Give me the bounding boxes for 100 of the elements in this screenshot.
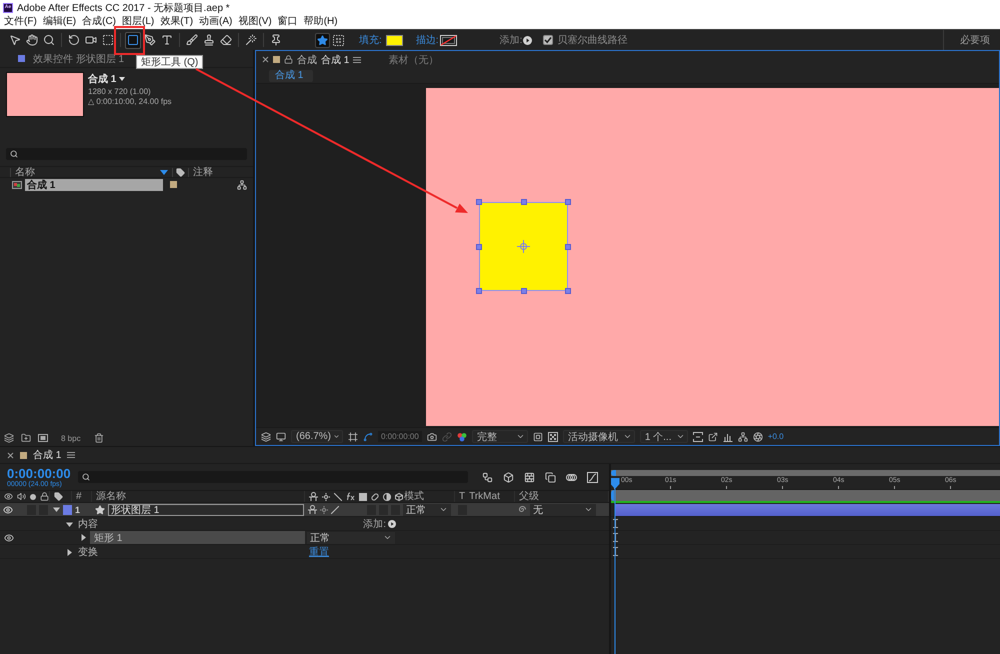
bracket-frame-icon[interactable] xyxy=(692,432,703,442)
monitor-icon[interactable] xyxy=(276,432,286,442)
track-matte-box[interactable] xyxy=(458,504,467,514)
menu-item[interactable]: 文件(F) xyxy=(2,16,39,28)
lock-icon[interactable] xyxy=(284,55,293,64)
composition-icon[interactable] xyxy=(38,433,48,443)
layers-icon[interactable] xyxy=(4,433,14,443)
path-icon[interactable] xyxy=(363,432,373,442)
camera-dropdown[interactable]: 活动摄像机 xyxy=(562,430,635,443)
caret-down-icon[interactable] xyxy=(53,506,60,513)
sort-triangle-icon[interactable] xyxy=(160,170,168,174)
zoom-dropdown[interactable]: (66.7%) xyxy=(291,430,343,443)
blend-mode-dropdown[interactable]: 正常 xyxy=(307,532,395,544)
shape-mode-toggle[interactable] xyxy=(315,32,330,48)
bezier-checkbox[interactable] xyxy=(543,35,554,45)
square-in-square-icon[interactable] xyxy=(532,432,543,442)
timeline-tab[interactable]: 合成 1 xyxy=(33,448,62,462)
folder-icon[interactable] xyxy=(21,433,31,443)
trash-icon[interactable] xyxy=(94,433,104,443)
composition-name[interactable]: 合成 1 xyxy=(321,52,350,66)
caret-right-icon[interactable] xyxy=(66,548,73,556)
bar-chart-icon[interactable] xyxy=(722,432,733,442)
menu-icon[interactable] xyxy=(353,56,362,64)
sun-icon[interactable] xyxy=(320,506,328,514)
menu-item[interactable]: 窗口 xyxy=(276,16,300,28)
transform-handle[interactable] xyxy=(520,199,526,205)
hierarchy-icon[interactable] xyxy=(237,180,247,190)
reset-link[interactable]: 重置 xyxy=(309,545,329,559)
circle-play-icon[interactable] xyxy=(388,520,396,528)
project-item[interactable]: 合成 1 xyxy=(25,178,163,190)
close-icon[interactable] xyxy=(7,452,14,458)
close-icon[interactable] xyxy=(262,56,269,63)
add-label[interactable]: 添加: xyxy=(363,517,386,531)
property-name[interactable]: 变换 xyxy=(78,545,98,559)
layer-duration-bar[interactable] xyxy=(615,504,1000,516)
rectangle-tool-button[interactable] xyxy=(125,32,141,48)
bit-depth-label[interactable]: 8 bpc xyxy=(61,434,81,442)
fill-label[interactable]: 填充: xyxy=(359,33,382,47)
stacked-pages-icon[interactable] xyxy=(545,472,556,482)
hierarchy-icon[interactable] xyxy=(738,432,748,442)
transform-handle[interactable] xyxy=(565,244,571,250)
dropdown-triangle-icon[interactable] xyxy=(119,76,126,82)
transform-handle[interactable] xyxy=(565,199,571,205)
fill-swatch-icon[interactable] xyxy=(386,34,403,46)
resolution-dropdown[interactable]: 完整 xyxy=(472,430,528,443)
circle-play-icon[interactable] xyxy=(523,36,532,44)
search-field[interactable] xyxy=(6,148,247,160)
playhead[interactable] xyxy=(611,478,620,654)
label-color-icon[interactable] xyxy=(63,504,72,514)
column-header[interactable]: 名称 xyxy=(15,165,35,179)
column-header[interactable]: 源名称 xyxy=(96,491,126,502)
transform-handle[interactable] xyxy=(476,288,482,294)
property-name[interactable]: 矩形 1 xyxy=(90,531,305,544)
menu-item[interactable]: 编辑(E) xyxy=(40,16,78,28)
figure-icon[interactable] xyxy=(308,505,317,514)
pen-tool-button[interactable] xyxy=(142,32,158,48)
menu-item[interactable]: 帮助(H) xyxy=(302,16,340,28)
cube-icon[interactable] xyxy=(503,472,514,482)
external-link-icon[interactable] xyxy=(708,432,718,442)
column-header[interactable]: 模式 xyxy=(404,491,424,502)
current-time[interactable]: 0:00:00:00 xyxy=(7,466,78,480)
timecode-field[interactable]: 0:00:00:00 xyxy=(378,431,422,442)
panel-tab[interactable]: 素材（无） xyxy=(388,52,438,66)
curve-graph-icon[interactable] xyxy=(587,472,598,482)
spiral-icon[interactable] xyxy=(518,505,527,514)
wall-icon[interactable] xyxy=(524,472,535,482)
views-dropdown[interactable]: 1 个... xyxy=(640,430,688,443)
no-stroke-swatch-icon[interactable] xyxy=(440,34,457,46)
transform-handle[interactable] xyxy=(565,288,571,294)
menu-icon[interactable] xyxy=(67,451,76,459)
flowchart-icon[interactable] xyxy=(482,472,493,482)
breadcrumb-tab[interactable]: 合成 1 xyxy=(269,70,314,82)
transform-handle[interactable] xyxy=(476,199,482,205)
stroke-label[interactable]: 描边: xyxy=(416,33,439,47)
rgb-circles-icon[interactable] xyxy=(456,432,467,442)
checkerboard-icon[interactable] xyxy=(548,432,558,442)
transform-handle[interactable] xyxy=(520,288,526,294)
menu-item[interactable]: 视图(V) xyxy=(236,16,274,28)
layers-icon[interactable] xyxy=(261,432,271,442)
hand-tool-button[interactable] xyxy=(24,32,40,48)
caret-right-icon[interactable] xyxy=(80,534,87,541)
caret-down-icon[interactable] xyxy=(66,520,73,528)
exposure-value[interactable]: +0.0 xyxy=(768,432,784,441)
solo-toggle[interactable] xyxy=(27,504,36,514)
menu-item[interactable]: 效果(T) xyxy=(158,16,196,28)
eye-icon[interactable] xyxy=(4,532,14,542)
grid-frame-icon[interactable] xyxy=(348,432,358,442)
menu-item[interactable]: 合成(C) xyxy=(80,16,118,28)
panel-tab[interactable]: 合成 xyxy=(297,52,317,66)
panel-tab[interactable]: 效果控件 形状图层 1 xyxy=(33,52,124,66)
mask-mode-toggle[interactable] xyxy=(331,32,346,48)
search-field[interactable] xyxy=(78,471,468,483)
layer-name-field[interactable]: 形状图层 1 xyxy=(108,504,304,516)
work-area-handle[interactable] xyxy=(611,490,614,501)
column-header[interactable]: 注释 xyxy=(193,165,213,179)
menu-item[interactable]: 动画(A) xyxy=(197,16,234,28)
blend-mode-dropdown[interactable]: 正常 xyxy=(403,504,451,516)
camera-icon[interactable] xyxy=(426,432,437,442)
navigator-handle[interactable] xyxy=(611,470,616,476)
menu-item[interactable]: 图层(L) xyxy=(120,16,156,28)
